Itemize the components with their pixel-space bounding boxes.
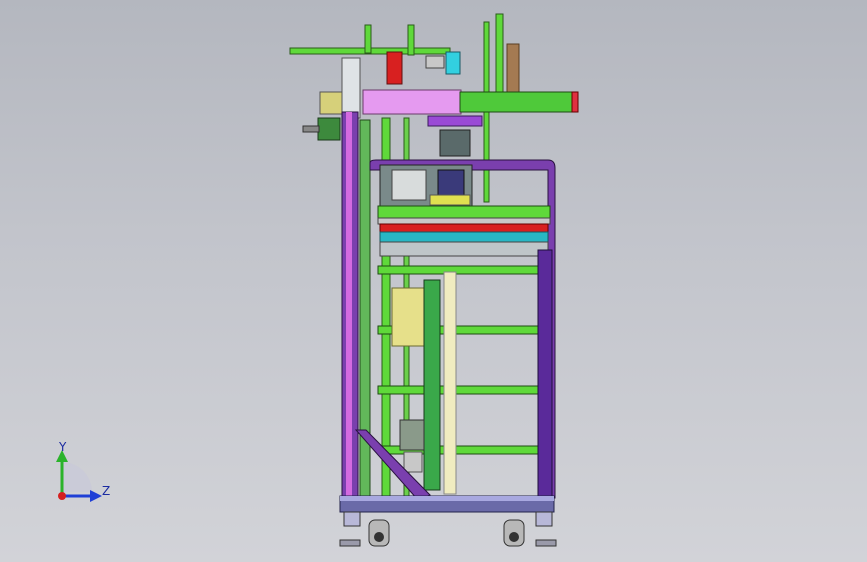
- x-axis-dot-icon: [58, 492, 66, 500]
- z-axis-label: Z: [102, 484, 111, 498]
- axis-triad: Y Z: [48, 438, 118, 513]
- y-axis-label: Y: [59, 440, 67, 454]
- cad-viewport[interactable]: Y Z: [0, 0, 867, 562]
- machine-model: [289, 13, 579, 547]
